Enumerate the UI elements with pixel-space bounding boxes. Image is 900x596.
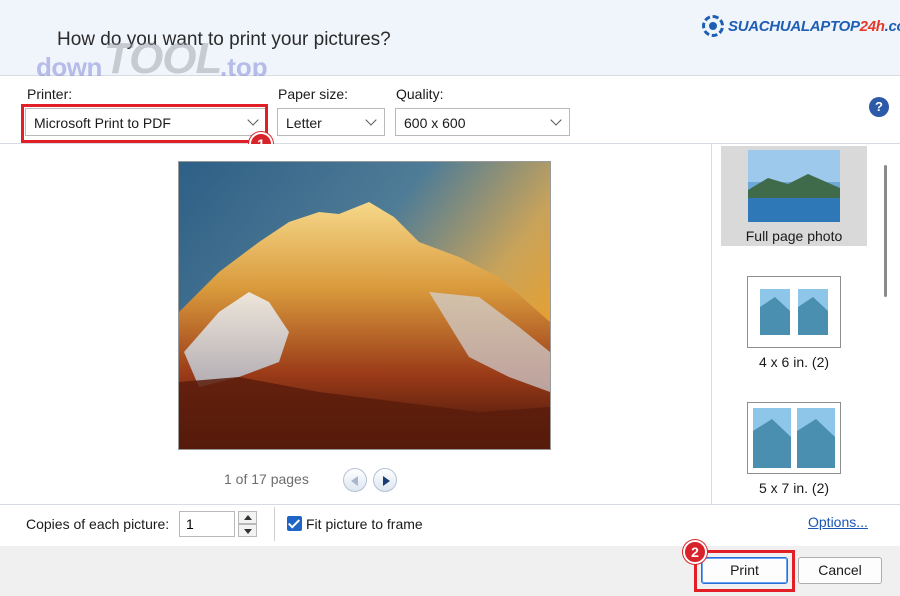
chevron-down-icon (365, 114, 377, 126)
layout-4x6[interactable]: 4 x 6 in. (2) (721, 272, 867, 372)
layout-thumb (747, 402, 841, 474)
fit-to-frame-checkbox[interactable] (287, 516, 302, 531)
paper-size-value: Letter (286, 115, 322, 131)
help-icon[interactable]: ? (869, 97, 889, 117)
copies-label: Copies of each picture: (26, 516, 170, 532)
layout-scrollbar[interactable] (884, 165, 887, 297)
previous-page-button[interactable] (343, 468, 367, 492)
divider (274, 507, 275, 541)
paper-size-select[interactable]: Letter (277, 108, 385, 136)
fit-to-frame-label[interactable]: Fit picture to frame (306, 516, 423, 532)
arrow-down-icon (244, 529, 252, 534)
options-link[interactable]: Options... (808, 514, 868, 530)
quality-select[interactable]: 600 x 600 (395, 108, 570, 136)
page-indicator: 1 of 17 pages (224, 471, 309, 487)
brand-logo: SUACHUALAPTOP24h.com (702, 15, 900, 37)
copies-decrement-button[interactable] (238, 524, 257, 537)
brand-text: SUACHUALAPTOP24h.com (728, 17, 900, 35)
layout-label: Full page photo (745, 228, 843, 244)
quality-label: Quality: (396, 86, 444, 102)
copies-increment-button[interactable] (238, 511, 257, 524)
layout-label: 5 x 7 in. (2) (758, 480, 830, 496)
chevron-down-icon (550, 114, 562, 126)
print-highlight-box (694, 550, 795, 592)
layout-thumb (748, 150, 840, 222)
layout-thumb (747, 276, 841, 348)
quality-value: 600 x 600 (404, 115, 466, 131)
layout-5x7[interactable]: 5 x 7 in. (2) (721, 398, 867, 498)
preview-photo (178, 161, 551, 450)
step-badge-2: 2 (683, 540, 707, 564)
arrow-left-icon (351, 476, 358, 486)
dialog-header: How do you want to print your pictures? … (0, 0, 900, 83)
next-page-button[interactable] (373, 468, 397, 492)
gear-icon (702, 15, 724, 37)
copies-input[interactable] (179, 511, 235, 537)
arrow-up-icon (244, 515, 252, 520)
paper-size-label: Paper size: (278, 86, 349, 102)
layout-full-page-photo[interactable]: Full page photo (721, 146, 867, 246)
printer-highlight-box (21, 104, 268, 143)
layout-label: 4 x 6 in. (2) (758, 354, 830, 370)
cancel-button[interactable]: Cancel (798, 557, 882, 584)
printer-label: Printer: (27, 86, 73, 102)
arrow-right-icon (383, 476, 390, 486)
